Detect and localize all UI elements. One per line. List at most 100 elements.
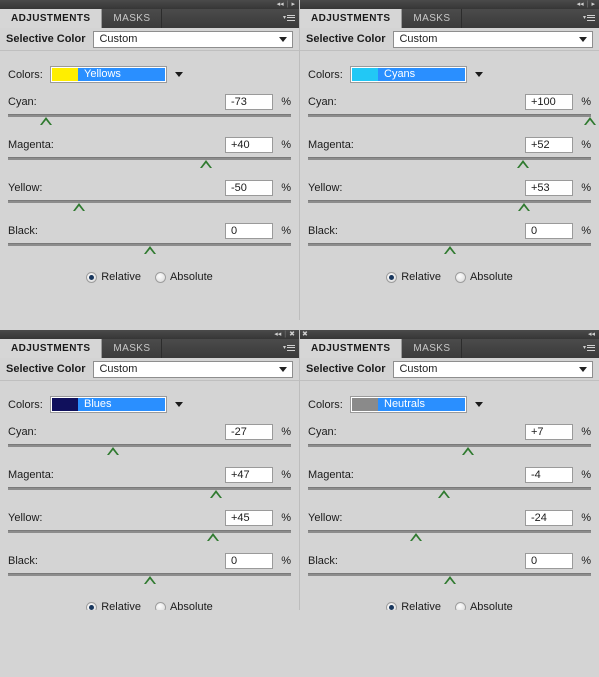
slider-thumb[interactable] <box>437 490 450 498</box>
collapse-to-icons-icon[interactable]: ◂◂ <box>577 0 584 9</box>
slider-track-wrap[interactable] <box>8 243 291 255</box>
slider-value-input[interactable]: -50 <box>225 179 273 196</box>
tab-masks[interactable]: MASKS <box>402 339 463 358</box>
slider-track <box>308 530 591 533</box>
slider-track-wrap[interactable] <box>8 573 291 585</box>
colors-dropdown[interactable]: Neutrals <box>350 396 467 413</box>
slider-value-input[interactable]: 0 <box>525 222 573 239</box>
slider-value-input[interactable]: -27 <box>225 423 273 440</box>
radio-relative[interactable]: Relative <box>86 601 141 610</box>
slider-value-input[interactable]: 0 <box>225 222 273 239</box>
radio-absolute[interactable]: Absolute <box>154 601 213 610</box>
slider-thumb[interactable] <box>461 447 474 455</box>
slider-thumb[interactable] <box>106 447 119 455</box>
slider-thumb[interactable] <box>40 117 53 125</box>
slider-thumb[interactable] <box>517 160 530 168</box>
slider-thumb[interactable] <box>443 246 456 254</box>
slider-value-input[interactable]: 0 <box>225 552 273 569</box>
tab-masks[interactable]: MASKS <box>402 9 463 28</box>
preset-dropdown[interactable]: Custom <box>393 30 593 48</box>
chevron-down-icon[interactable] <box>175 72 183 77</box>
slider-thumb[interactable] <box>200 160 213 168</box>
preset-dropdown[interactable]: Custom <box>93 360 293 378</box>
radio-relative[interactable]: Relative <box>86 271 141 283</box>
tab-masks[interactable]: MASKS <box>102 9 163 28</box>
collapse-to-icons-icon[interactable]: ◂◂ <box>588 330 595 339</box>
slider-thumb[interactable] <box>143 576 156 584</box>
mode-radio-group: Relative Absolute <box>308 271 591 283</box>
slider-track <box>308 444 591 447</box>
expand-panel-icon[interactable]: ▸ <box>591 0 595 9</box>
slider-label: Cyan: <box>8 425 37 438</box>
slider-value-input[interactable]: +45 <box>225 509 273 526</box>
slider-track-wrap[interactable] <box>308 487 591 499</box>
slider-thumb[interactable] <box>72 203 85 211</box>
slider-thumb[interactable] <box>518 203 531 211</box>
colors-dropdown[interactable]: Cyans <box>350 66 467 83</box>
colors-dropdown[interactable]: Blues <box>50 396 167 413</box>
slider-value-input[interactable]: +47 <box>225 466 273 483</box>
close-icon[interactable]: ✖ <box>302 331 308 338</box>
panel-menu-button[interactable]: ▾ <box>283 13 295 22</box>
slider-thumb[interactable] <box>210 490 222 498</box>
tab-adjustments[interactable]: ADJUSTMENTS <box>300 9 403 28</box>
slider-header: Cyan: -27% <box>8 423 291 440</box>
panel-menu-button[interactable]: ▾ <box>283 343 295 352</box>
percent-sign: % <box>281 224 291 237</box>
slider-track-wrap[interactable] <box>308 243 591 255</box>
slider-thumb[interactable] <box>143 246 156 254</box>
collapse-to-icons-icon[interactable]: ◂◂ <box>274 330 281 339</box>
radio-absolute[interactable]: Absolute <box>454 601 513 610</box>
expand-panel-icon[interactable]: ▸ <box>291 0 295 9</box>
collapse-to-icons-icon[interactable]: ◂◂ <box>277 0 284 9</box>
tab-adjustments[interactable]: ADJUSTMENTS <box>0 339 103 358</box>
slider-track-wrap[interactable] <box>308 573 591 585</box>
slider-value-input[interactable]: +7 <box>525 423 573 440</box>
slider-value-input[interactable]: +52 <box>525 136 573 153</box>
slider-track-wrap[interactable] <box>308 114 596 126</box>
tab-adjustments[interactable]: ADJUSTMENTS <box>300 339 403 358</box>
colors-dropdown[interactable]: Yellows <box>50 66 167 83</box>
slider-value-input[interactable]: +100 <box>525 93 573 110</box>
slider-group: Magenta: +40% <box>8 136 291 169</box>
preset-dropdown[interactable]: Custom <box>393 360 593 378</box>
slider-value-input[interactable]: 0 <box>525 552 573 569</box>
tab-masks[interactable]: MASKS <box>102 339 163 358</box>
tab-adjustments[interactable]: ADJUSTMENTS <box>0 9 103 28</box>
slider-track-wrap[interactable] <box>308 444 591 456</box>
slider-track-wrap[interactable] <box>8 157 291 169</box>
radio-absolute[interactable]: Absolute <box>154 271 213 283</box>
slider-thumb[interactable] <box>583 117 596 125</box>
radio-relative[interactable]: Relative <box>386 271 441 283</box>
slider-thumb[interactable] <box>443 576 456 584</box>
slider-thumb[interactable] <box>409 533 422 541</box>
radio-absolute[interactable]: Absolute <box>454 271 513 283</box>
slider-value-input[interactable]: +53 <box>525 179 573 196</box>
slider-group: Magenta: -4% <box>308 466 591 499</box>
slider-track-wrap[interactable] <box>308 200 591 212</box>
chevron-down-icon[interactable] <box>475 72 483 77</box>
slider-track-wrap[interactable] <box>8 200 291 212</box>
slider-track-wrap[interactable] <box>308 157 591 169</box>
slider-track-wrap[interactable] <box>8 487 291 499</box>
slider-thumb[interactable] <box>207 533 220 541</box>
color-swatch <box>52 68 78 81</box>
slider-value-input[interactable]: -24 <box>525 509 573 526</box>
slider-track-wrap[interactable] <box>8 114 291 126</box>
radio-relative[interactable]: Relative <box>386 601 441 610</box>
slider-track-wrap[interactable] <box>8 530 291 542</box>
slider-track-wrap[interactable] <box>8 444 291 456</box>
slider-track-wrap[interactable] <box>308 530 591 542</box>
adjustment-header: Selective Color Custom <box>0 28 299 51</box>
slider-value-input[interactable]: -4 <box>525 466 573 483</box>
chevron-down-icon[interactable] <box>475 402 483 407</box>
close-icon[interactable]: ✖ <box>289 330 295 339</box>
chevron-down-icon[interactable] <box>175 402 183 407</box>
slider-header: Black: 0% <box>308 222 591 239</box>
slider-group: Yellow: +45% <box>8 509 291 542</box>
panel-menu-button[interactable]: ▾ <box>583 13 595 22</box>
slider-value-input[interactable]: +40 <box>225 136 273 153</box>
panel-menu-button[interactable]: ▾ <box>583 343 595 352</box>
preset-dropdown[interactable]: Custom <box>93 30 293 48</box>
slider-value-input[interactable]: -73 <box>225 93 273 110</box>
